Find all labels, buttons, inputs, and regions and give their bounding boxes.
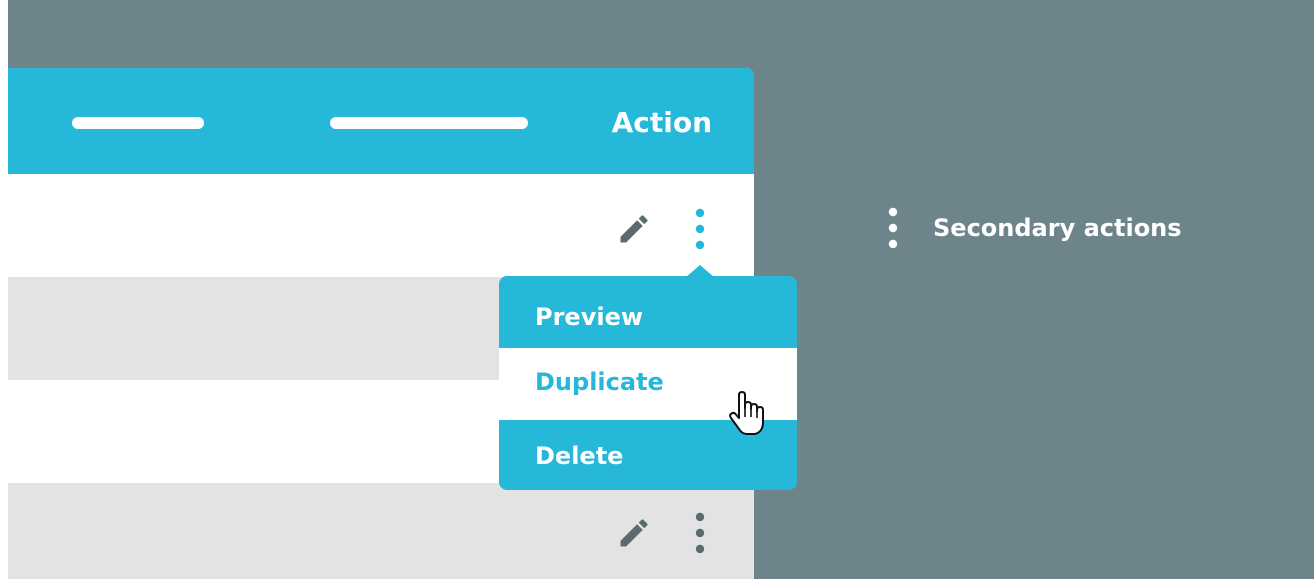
menu-item-label: Preview <box>535 303 644 331</box>
left-edge-strip <box>0 0 8 579</box>
kebab-icon <box>888 207 898 249</box>
menu-item-label: Delete <box>535 442 624 470</box>
table-header: Action <box>8 68 754 174</box>
pencil-icon[interactable] <box>616 515 652 551</box>
header-column-placeholder <box>72 117 204 129</box>
table-row <box>8 174 754 277</box>
header-column-placeholder <box>330 117 528 129</box>
pencil-icon[interactable] <box>616 211 652 247</box>
legend-label: Secondary actions <box>933 214 1182 242</box>
menu-item-preview[interactable]: Preview <box>499 276 797 348</box>
menu-item-label: Duplicate <box>535 368 664 396</box>
secondary-actions-menu: Preview Duplicate Delete <box>499 265 797 490</box>
header-action-label: Action <box>611 106 712 139</box>
hand-cursor-icon <box>729 391 764 435</box>
kebab-icon[interactable] <box>694 208 706 250</box>
kebab-icon[interactable] <box>694 512 706 554</box>
table-row <box>8 483 754 579</box>
